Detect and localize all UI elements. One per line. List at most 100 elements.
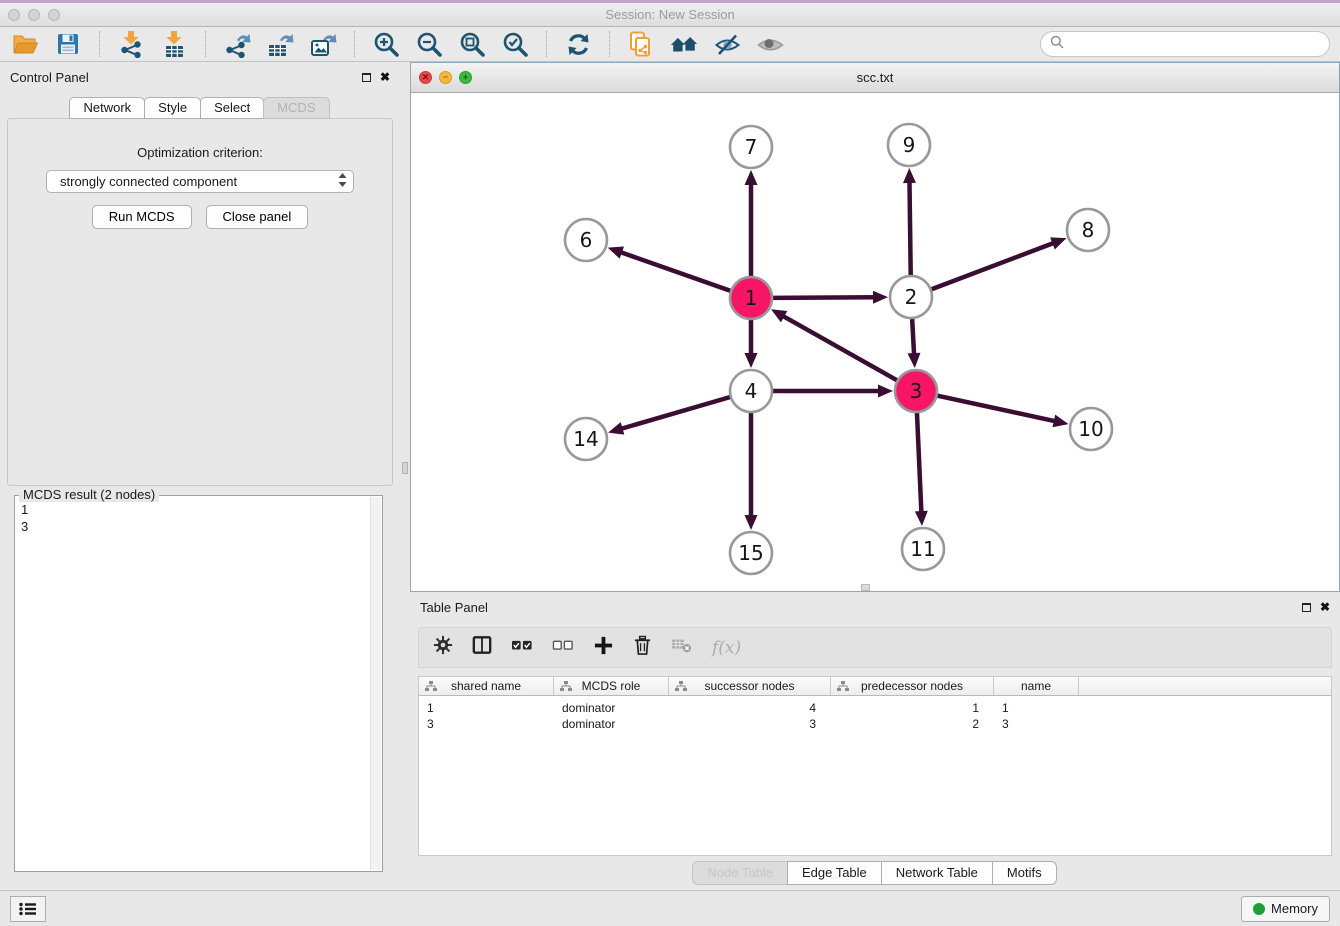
- tab-mcds[interactable]: MCDS: [263, 97, 329, 119]
- cell-mcds-role[interactable]: dominator: [554, 717, 669, 731]
- select-all-columns-icon[interactable]: [511, 635, 533, 660]
- network-maximize-button[interactable]: +: [459, 71, 472, 84]
- search-input[interactable]: [1070, 37, 1320, 52]
- node-7[interactable]: 7: [730, 126, 772, 168]
- tab-select[interactable]: Select: [200, 97, 264, 119]
- edge-2-9[interactable]: [903, 168, 916, 275]
- refresh-icon[interactable]: [563, 30, 593, 58]
- cell-successor-nodes[interactable]: 4: [669, 701, 831, 715]
- close-panel-button[interactable]: Close panel: [206, 205, 309, 229]
- column-header-shared-name[interactable]: shared name: [419, 677, 554, 695]
- edge-4-14[interactable]: [608, 397, 730, 434]
- node-8[interactable]: 8: [1067, 209, 1109, 251]
- open-session-icon[interactable]: [10, 30, 40, 58]
- criterion-select[interactable]: strongly connected component: [46, 170, 354, 193]
- cell-shared-name[interactable]: 1: [419, 701, 554, 715]
- search-box[interactable]: [1040, 31, 1330, 57]
- tab-style[interactable]: Style: [144, 97, 201, 119]
- deselect-all-columns-icon[interactable]: [552, 635, 574, 660]
- cell-successor-nodes[interactable]: 3: [669, 717, 831, 731]
- edge-1-6[interactable]: [608, 246, 731, 290]
- import-network-icon[interactable]: [116, 30, 146, 58]
- memory-button[interactable]: Memory: [1241, 896, 1330, 922]
- float-panel-icon[interactable]: [362, 73, 371, 82]
- cell-name[interactable]: 1: [994, 701, 1079, 715]
- tab-node-table[interactable]: Node Table: [692, 861, 788, 885]
- task-history-button[interactable]: [10, 896, 46, 922]
- node-10[interactable]: 10: [1070, 408, 1112, 450]
- edge-2-8[interactable]: [932, 237, 1067, 289]
- show-all-eye-icon[interactable]: [755, 30, 785, 58]
- tab-network[interactable]: Network: [69, 97, 145, 119]
- edge-1-2[interactable]: [773, 291, 888, 304]
- edge-2-3[interactable]: [907, 319, 920, 368]
- export-network-icon[interactable]: [222, 30, 252, 58]
- network-window-titlebar: ✕ − + scc.txt: [411, 63, 1339, 93]
- node-2[interactable]: 2: [890, 276, 932, 318]
- column-header-successor-nodes[interactable]: successor nodes: [669, 677, 831, 695]
- hide-selected-eye-icon[interactable]: [712, 30, 742, 58]
- export-table-icon[interactable]: [265, 30, 295, 58]
- optimization-criterion-label: Optimization criterion:: [8, 145, 392, 160]
- add-column-icon[interactable]: [593, 635, 614, 661]
- edge-4-15[interactable]: [745, 413, 758, 530]
- export-image-icon[interactable]: [308, 30, 338, 58]
- cell-shared-name[interactable]: 3: [419, 717, 554, 731]
- save-session-icon[interactable]: [53, 30, 83, 58]
- zoom-fit-icon[interactable]: [457, 30, 487, 58]
- table-body: 1dominator4113dominator323: [419, 700, 1331, 732]
- show-columns-icon[interactable]: [472, 635, 492, 660]
- horizontal-splitter-handle[interactable]: [861, 584, 870, 591]
- cell-predecessor-nodes[interactable]: 2: [831, 717, 994, 731]
- mcds-result-text[interactable]: 1 3: [17, 499, 368, 869]
- node-15[interactable]: 15: [730, 532, 772, 574]
- close-table-panel-icon[interactable]: ✖: [1320, 601, 1330, 613]
- splitter-handle[interactable]: [402, 462, 408, 474]
- network-graph[interactable]: 7 9 6 8 1 2 4 3 14 10 15 11: [411, 93, 1339, 591]
- tab-motifs[interactable]: Motifs: [992, 861, 1057, 885]
- node-3[interactable]: 3: [895, 370, 937, 412]
- column-header-predecessor-nodes[interactable]: predecessor nodes: [831, 677, 994, 695]
- tab-edge-table[interactable]: Edge Table: [787, 861, 882, 885]
- node-6[interactable]: 6: [565, 219, 607, 261]
- edge-3-10[interactable]: [937, 396, 1068, 428]
- edge-1-7[interactable]: [745, 170, 758, 276]
- table-row[interactable]: 1dominator411: [419, 700, 1331, 716]
- close-panel-icon[interactable]: ✖: [380, 71, 390, 83]
- zoom-selected-icon[interactable]: [500, 30, 530, 58]
- duplicate-network-icon[interactable]: [626, 30, 656, 58]
- network-canvas[interactable]: 7 9 6 8 1 2 4 3 14 10 15 11: [411, 93, 1339, 591]
- node-1[interactable]: 1: [730, 277, 772, 319]
- node-11[interactable]: 11: [902, 528, 944, 570]
- node-9[interactable]: 9: [888, 124, 930, 166]
- node-4[interactable]: 4: [730, 370, 772, 412]
- result-scrollbar[interactable]: [370, 497, 381, 870]
- panel-splitter[interactable]: [400, 62, 410, 890]
- column-header-name[interactable]: name: [994, 677, 1079, 695]
- delete-column-icon[interactable]: [633, 635, 652, 661]
- delete-table-icon[interactable]: [671, 636, 693, 659]
- home-icon[interactable]: [669, 30, 699, 58]
- zoom-out-icon[interactable]: [414, 30, 444, 58]
- tab-network-table[interactable]: Network Table: [881, 861, 993, 885]
- cell-name[interactable]: 3: [994, 717, 1079, 731]
- toolbar-separator: [99, 31, 100, 57]
- edge-4-3[interactable]: [773, 385, 893, 398]
- function-builder-icon[interactable]: f(x): [712, 638, 741, 658]
- zoom-in-icon[interactable]: [371, 30, 401, 58]
- edge-1-4[interactable]: [745, 320, 758, 368]
- column-header-mcds-role[interactable]: MCDS role: [554, 677, 669, 695]
- network-close-button[interactable]: ✕: [419, 71, 432, 84]
- table-settings-gear-icon[interactable]: [433, 635, 453, 660]
- node-14[interactable]: 14: [565, 418, 607, 460]
- edge-3-1[interactable]: [771, 309, 897, 380]
- table-row[interactable]: 3dominator323: [419, 716, 1331, 732]
- main-toolbar: [0, 27, 1340, 62]
- run-mcds-button[interactable]: Run MCDS: [92, 205, 192, 229]
- edge-3-11[interactable]: [915, 413, 928, 526]
- import-table-icon[interactable]: [159, 30, 189, 58]
- network-minimize-button[interactable]: −: [439, 71, 452, 84]
- cell-mcds-role[interactable]: dominator: [554, 701, 669, 715]
- cell-predecessor-nodes[interactable]: 1: [831, 701, 994, 715]
- float-table-panel-icon[interactable]: [1302, 603, 1311, 612]
